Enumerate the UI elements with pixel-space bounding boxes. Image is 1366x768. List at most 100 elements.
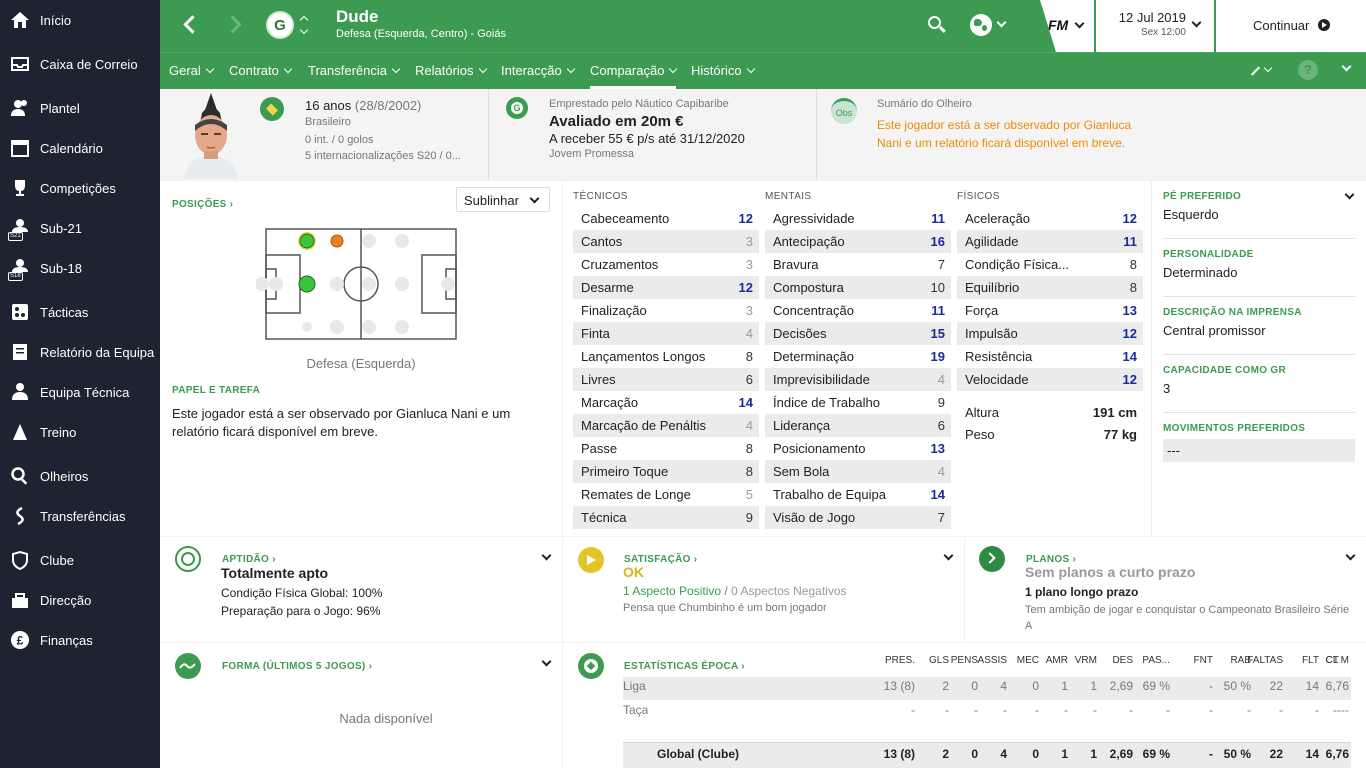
tab-interaccao[interactable]: Interacção (501, 53, 575, 89)
positions-link[interactable]: POSIÇÕES › (172, 195, 233, 210)
attribute-row[interactable]: Determinação 19 (765, 345, 951, 368)
attribute-row[interactable]: Cabeceamento 12 (573, 207, 759, 230)
sidebar-item-squad[interactable]: Plantel (0, 90, 160, 126)
sidebar-item-report[interactable]: Relatório da Equipa (0, 334, 160, 370)
more-options-button[interactable] (1340, 61, 1356, 77)
player-subtitle[interactable]: Defesa (Esquerda, Centro) - Goiás (336, 28, 506, 40)
attribute-row[interactable]: Agressividade 11 (765, 207, 951, 230)
sidebar-item-tactics[interactable]: Tácticas (0, 294, 160, 330)
plans-link[interactable]: PLANOS › (1026, 550, 1076, 565)
attribute-row[interactable]: Aceleração 12 (957, 207, 1143, 230)
sidebar-item-transfers[interactable]: Transferências (0, 498, 160, 534)
sidebar-item-u21[interactable]: S21 Sub-21 (0, 210, 160, 246)
height-value: 191 cm (1092, 405, 1137, 420)
satisfaction-negative[interactable]: 0 Aspectos Negativos (731, 584, 846, 598)
loan-from[interactable]: Emprestado pelo Náutico Capibaribe (549, 98, 729, 110)
loan-club-badge[interactable]: G (506, 97, 528, 119)
attribute-row[interactable]: Condição Física... 8 (957, 253, 1143, 276)
form-link[interactable]: FORMA (ÚLTIMOS 5 JOGOS) › (222, 657, 372, 672)
search-button[interactable] (926, 15, 948, 37)
fm-menu-button[interactable]: FM (1040, 0, 1094, 52)
attribute-row[interactable]: Decisões 15 (765, 322, 951, 345)
attribute-row[interactable]: Marcação de Penáltis 4 (573, 414, 759, 437)
attribute-row[interactable]: Antecipação 16 (765, 230, 951, 253)
attribute-row[interactable]: Lançamentos Longos 8 (573, 345, 759, 368)
physical-attributes: FÍSICOS Aceleração 12 Agilidade 11 Condição … (957, 187, 1143, 391)
attribute-value: 6 (745, 372, 753, 387)
attribute-row[interactable]: Equilíbrio 8 (957, 276, 1143, 299)
attribute-row[interactable]: Liderança 6 (765, 414, 951, 437)
sidebar-item-board[interactable]: Direcção (0, 582, 160, 618)
attribute-row[interactable]: Sem Bola 4 (765, 460, 951, 483)
back-button[interactable] (180, 14, 204, 38)
detail-title: MOVIMENTOS PREFERIDOS (1163, 423, 1306, 434)
satisfaction-link[interactable]: SATISFAÇÃO › (624, 550, 697, 565)
attribute-row[interactable]: Visão de Jogo 7 (765, 506, 951, 529)
attribute-row[interactable]: Passe 8 (573, 437, 759, 460)
player-nationality[interactable]: Brasileiro (305, 116, 351, 128)
date-panel[interactable]: 12 Jul 2019 Sex 12:00 (1096, 0, 1214, 52)
tab-historico[interactable]: Histórico (691, 53, 755, 89)
attribute-row[interactable]: Finta 4 (573, 322, 759, 345)
attribute-row[interactable]: Agilidade 11 (957, 230, 1143, 253)
sidebar-item-finances[interactable]: £ Finanças (0, 622, 160, 658)
tab-geral[interactable]: Geral (169, 53, 215, 89)
attribute-row[interactable]: Impulsão 12 (957, 322, 1143, 345)
attribute-row[interactable]: Livres 6 (573, 368, 759, 391)
sidebar-item-calendar[interactable]: Calendário (0, 130, 160, 166)
sidebar-item-u18[interactable]: S18 Sub-18 (0, 250, 160, 286)
highlight-select[interactable]: Sublinhar (456, 187, 550, 212)
sidebar-item-staff[interactable]: Equipa Técnica (0, 374, 160, 410)
sidebar-item-scouting[interactable]: Olheiros (0, 458, 160, 494)
attribute-row[interactable]: Velocidade 12 (957, 368, 1143, 391)
sidebar-item-training[interactable]: Treino (0, 414, 160, 450)
attribute-row[interactable]: Resistência 14 (957, 345, 1143, 368)
club-switch-arrows[interactable] (299, 13, 311, 39)
attribute-row[interactable]: Remates de Longe 5 (573, 483, 759, 506)
satisfaction-positive[interactable]: 1 Aspecto Positivo (623, 584, 721, 598)
attribute-name: Trabalho de Equipa (773, 487, 886, 502)
attribute-value: 8 (745, 441, 753, 456)
attribute-row[interactable]: Finalização 3 (573, 299, 759, 322)
stats-row[interactable] (623, 701, 1351, 724)
attribute-row[interactable]: Cantos 3 (573, 230, 759, 253)
tab-contrato[interactable]: Contrato (229, 53, 293, 89)
attribute-row[interactable]: Imprevisibilidade 4 (765, 368, 951, 391)
sidebar-item-club[interactable]: Clube (0, 542, 160, 578)
tab-transferencia[interactable]: Transferência (308, 53, 401, 89)
plans-expand-button[interactable] (1345, 547, 1359, 561)
sidebar-item-trophy[interactable]: Competições (0, 170, 160, 206)
forward-button[interactable] (223, 14, 248, 38)
sidebar-item-home[interactable]: Início (0, 2, 160, 38)
attribute-row[interactable]: Índice de Trabalho 9 (765, 391, 951, 414)
attribute-row[interactable]: Primeiro Toque 8 (573, 460, 759, 483)
attribute-row[interactable]: Compostura 10 (765, 276, 951, 299)
tab-comparacao[interactable]: Comparação (590, 53, 678, 89)
attribute-name: Condição Física... (965, 257, 1070, 272)
club-badge[interactable]: G (266, 11, 294, 39)
tab-relatorios[interactable]: Relatórios (415, 53, 487, 89)
attribute-row[interactable]: Cruzamentos 3 (573, 253, 759, 276)
attribute-row[interactable]: Marcação 14 (573, 391, 759, 414)
attribute-row[interactable]: Posicionamento 13 (765, 437, 951, 460)
sidebar-item-label: Caixa de Correio (40, 56, 138, 72)
details-collapse-button[interactable] (1344, 189, 1358, 201)
attribute-row[interactable]: Desarme 12 (573, 276, 759, 299)
form-expand-button[interactable] (541, 653, 555, 667)
world-button[interactable] (970, 13, 1012, 39)
attribute-row[interactable]: Técnica 9 (573, 506, 759, 529)
attribute-row[interactable]: Bravura 7 (765, 253, 951, 276)
help-button[interactable]: ? (1298, 60, 1318, 80)
satisfaction-expand-button[interactable] (943, 547, 957, 561)
sidebar-item-inbox[interactable]: Caixa de Correio (0, 46, 160, 82)
tab-label: Comparação (590, 63, 665, 78)
fitness-expand-button[interactable] (541, 547, 555, 561)
attribute-row[interactable]: Trabalho de Equipa 14 (765, 483, 951, 506)
edit-view-button[interactable] (1248, 62, 1276, 82)
attribute-row[interactable]: Concentração 11 (765, 299, 951, 322)
continue-button[interactable]: Continuar (1216, 0, 1366, 52)
stats-total-cell: 22 (1269, 747, 1283, 761)
fitness-link[interactable]: APTIDÃO › (222, 550, 276, 565)
attribute-row[interactable]: Força 13 (957, 299, 1143, 322)
u21-icon: S21 (8, 218, 30, 241)
